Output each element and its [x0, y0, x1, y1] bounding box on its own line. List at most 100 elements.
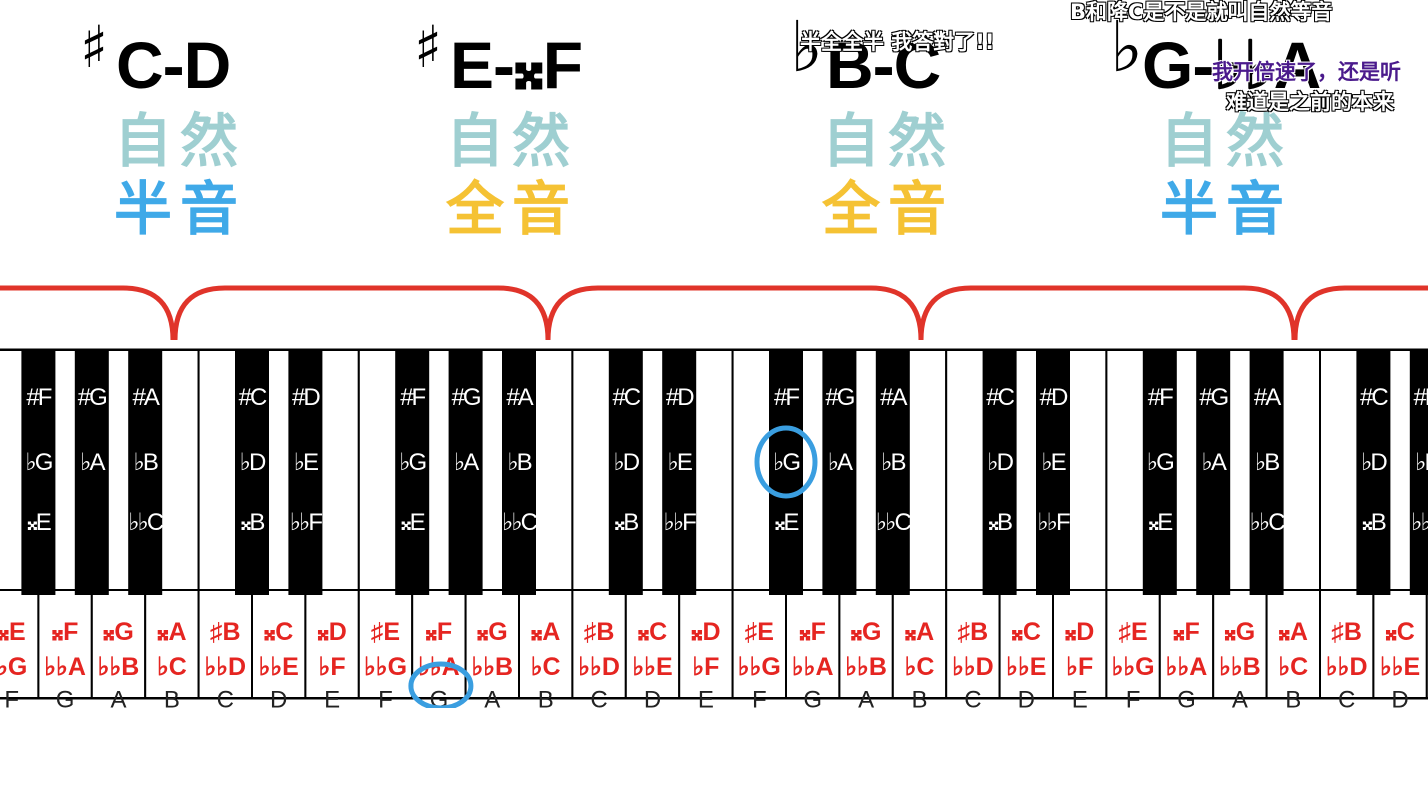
black-key-double-label: 𝄪B — [1362, 509, 1386, 536]
black-key-sharp-label: #F — [1148, 384, 1173, 411]
white-key-name: F — [1126, 687, 1141, 708]
white-key-lower-label: ♭♭D — [578, 653, 620, 681]
white-key-lower-label: ♭♭D — [952, 653, 994, 681]
black-key-flat-label: ♭A — [454, 449, 479, 476]
black-key[interactable]: #C ♭D 𝄪B — [235, 350, 269, 595]
black-key[interactable]: #C ♭D 𝄪B — [608, 350, 643, 595]
black-key[interactable]: #F ♭G 𝄪E — [21, 350, 56, 595]
white-key-lower-label: ♭C — [531, 653, 561, 681]
white-key-lower-label: ♭C — [1278, 653, 1308, 681]
white-key-name: F — [378, 687, 393, 708]
white-key-lower-label: ♭♭A — [792, 653, 834, 681]
black-key[interactable]: #A ♭B ♭♭C — [128, 350, 166, 595]
black-key[interactable]: #F ♭G 𝄪E — [395, 350, 430, 595]
white-key-upper-label: ♯E — [1119, 618, 1148, 646]
black-key[interactable]: #D ♭E ♭♭F — [288, 350, 324, 595]
black-key[interactable]: #D ♭E ♭♭F — [1036, 350, 1072, 595]
white-key-upper-label: 𝄪G — [851, 618, 882, 646]
interval-title: ♯ C-D — [60, 18, 300, 98]
black-key-sharp-label: #F — [774, 384, 799, 411]
accidental-sharp: ♯ — [414, 13, 443, 81]
white-key-upper-label: 𝄪C — [638, 618, 667, 646]
black-key-double-label: 𝄪E — [1148, 509, 1172, 536]
white-key-upper-label: 𝄪F — [426, 618, 453, 646]
white-key-lower-label: ♭♭D — [1326, 653, 1368, 681]
black-key-flat-label: ♭D — [1361, 449, 1387, 476]
black-key-double-label: ♭♭C — [128, 509, 164, 536]
black-key[interactable]: #G ♭A — [448, 350, 483, 595]
black-key-double-label: 𝄪B — [988, 509, 1012, 536]
white-key-upper-label: ♯B — [958, 618, 989, 646]
black-key-flat-label: ♭B — [881, 449, 905, 476]
danmaku-comment: 难道是之前的本来 — [1226, 90, 1394, 114]
white-key-upper-label: ♯B — [1331, 618, 1362, 646]
black-key-double-label: ♭♭C — [876, 509, 912, 536]
black-key-flat-label: ♭E — [294, 449, 318, 476]
white-key-name: C — [1338, 687, 1355, 708]
white-key-lower-label: ♭♭E — [1380, 653, 1420, 681]
black-key[interactable]: #F ♭G 𝄪E — [769, 350, 803, 595]
white-key-upper-label: 𝄪A — [905, 618, 934, 646]
black-key[interactable]: #D ♭E ♭♭F — [662, 350, 698, 595]
white-key-lower-label: ♭♭B — [1219, 653, 1261, 681]
interval-title: ♯ E-𝄪F — [392, 18, 632, 98]
interval-brace — [918, 285, 1297, 341]
white-key-name: C — [964, 687, 981, 708]
black-key[interactable]: #A ♭B ♭♭C — [1249, 350, 1287, 595]
white-key-lower-label: ♭♭E — [632, 653, 672, 681]
interval-brace — [0, 285, 176, 341]
black-key[interactable]: #C ♭D 𝄪B — [982, 350, 1017, 595]
black-key-sharp-label: #F — [400, 384, 425, 411]
white-key-name: C — [590, 687, 607, 708]
interval-notes: E-𝄪F — [450, 28, 583, 102]
white-key-upper-label: 𝄪D — [691, 618, 720, 646]
black-key[interactable]: #C ♭D 𝄪B — [1356, 350, 1390, 595]
black-key[interactable]: #A ♭B ♭♭C — [875, 350, 913, 595]
black-key[interactable]: #G ♭A — [74, 350, 109, 595]
interval-brace — [172, 285, 551, 341]
black-key-sharp-label: #G — [452, 384, 480, 411]
black-key-double-label: ♭♭F — [664, 509, 697, 536]
interval-notes: C-D — [116, 28, 231, 102]
black-key[interactable]: #D ♭E ♭♭F — [1409, 350, 1428, 595]
black-key-sharp-label: #A — [506, 384, 533, 411]
white-key-upper-label: 𝄪G — [1225, 618, 1256, 646]
black-key-flat-label: ♭E — [1041, 449, 1065, 476]
black-key-sharp-label: #C — [986, 384, 1014, 411]
black-key-double-label: 𝄪B — [614, 509, 638, 536]
black-key[interactable]: #G ♭A — [822, 350, 857, 595]
white-key-name: A — [1232, 687, 1248, 708]
black-key-flat-label: ♭B — [134, 449, 158, 476]
black-key-sharp-label: #C — [612, 384, 640, 411]
black-key-flat-label: ♭B — [507, 449, 531, 476]
white-key-upper-label: 𝄪C — [1385, 618, 1414, 646]
black-key-double-label: ♭♭C — [1250, 509, 1286, 536]
interval-braces — [0, 285, 1428, 341]
black-key[interactable]: #F ♭G 𝄪E — [1142, 350, 1177, 595]
black-key-double-label: ♭♭F — [1037, 509, 1070, 536]
black-key[interactable]: #A ♭B ♭♭C — [502, 350, 540, 595]
black-key-sharp-label: #F — [26, 384, 51, 411]
white-key-name: D — [270, 687, 287, 708]
interval-kind: 半音 — [113, 175, 246, 243]
interval-nature: 自然 — [1159, 107, 1292, 175]
white-key-lower-label: ♭G — [0, 653, 27, 681]
white-key-name: B — [1285, 687, 1301, 708]
white-key-upper-label: 𝄪C — [264, 618, 293, 646]
black-key-sharp-label: #A — [133, 384, 160, 411]
white-key-lower-label: ♭♭E — [1006, 653, 1046, 681]
interval-brace — [545, 285, 924, 341]
white-key-upper-label: 𝄪A — [157, 618, 186, 646]
white-key-lower-label: ♭F — [319, 653, 346, 681]
black-key-flat-label: ♭E — [1415, 449, 1428, 476]
black-key-sharp-label: #G — [78, 384, 106, 411]
black-key-flat-label: ♭D — [240, 449, 266, 476]
black-key-flat-label: ♭A — [1202, 449, 1227, 476]
white-key-lower-label: ♭F — [1066, 653, 1093, 681]
white-key-upper-label: 𝄪A — [531, 618, 560, 646]
white-key-name: A — [858, 687, 874, 708]
white-key-lower-label: ♭♭D — [204, 653, 246, 681]
black-key-sharp-label: #G — [825, 384, 853, 411]
black-key[interactable]: #G ♭A — [1196, 350, 1231, 595]
white-key-lower-label: ♭♭B — [98, 653, 140, 681]
